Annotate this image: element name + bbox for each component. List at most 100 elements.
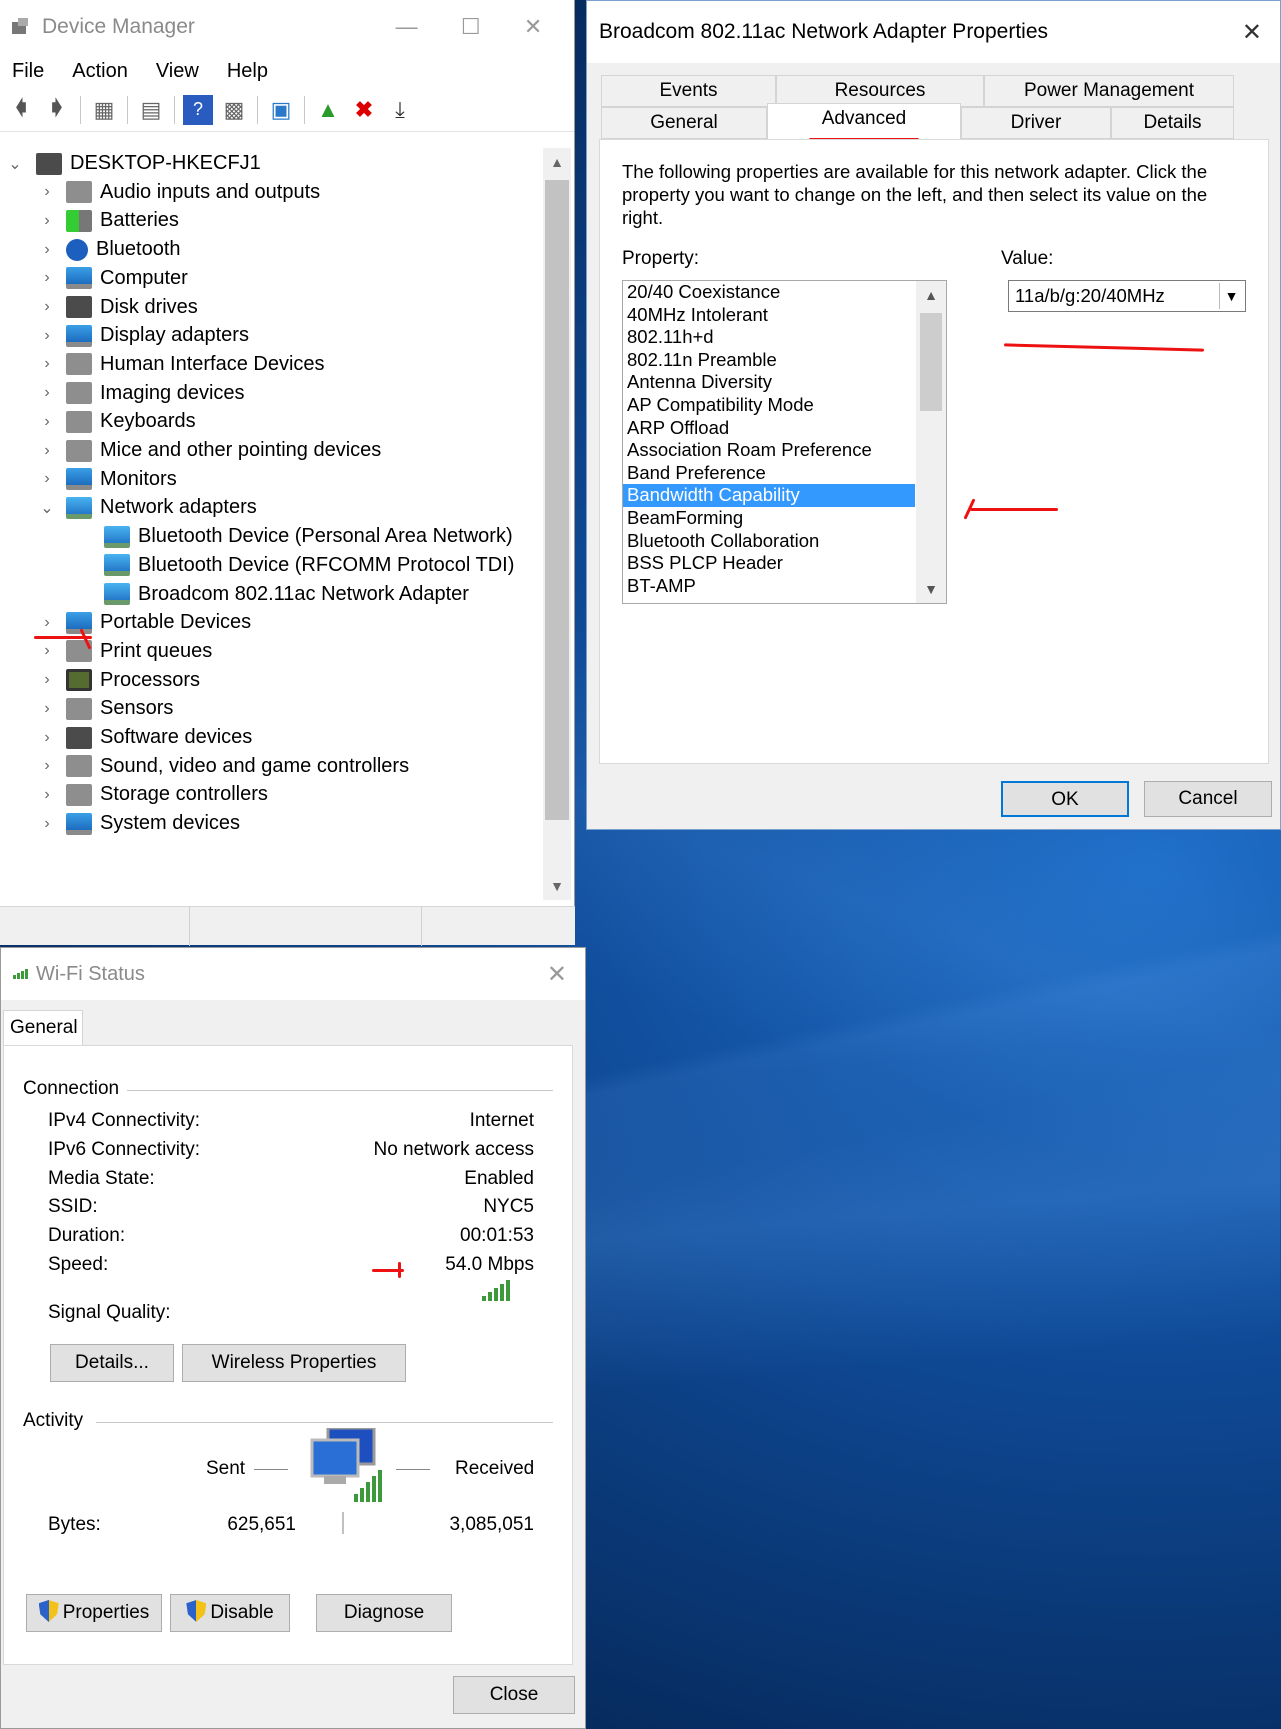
- vertical-scrollbar[interactable]: ▲ ▼: [543, 148, 571, 900]
- chevron-right-icon[interactable]: ›: [38, 786, 56, 804]
- wireless-properties-button[interactable]: Wireless Properties: [182, 1344, 406, 1382]
- scroll-down-icon[interactable]: ▼: [916, 575, 946, 603]
- chevron-right-icon[interactable]: ›: [38, 183, 56, 201]
- tab-power-management[interactable]: Power Management: [984, 75, 1234, 107]
- scroll-thumb[interactable]: [920, 313, 942, 411]
- properties-button[interactable]: Properties: [26, 1594, 162, 1632]
- chevron-right-icon[interactable]: ›: [38, 298, 56, 316]
- chevron-right-icon[interactable]: ›: [38, 212, 56, 230]
- tab-driver[interactable]: Driver: [961, 107, 1111, 139]
- property-list-item[interactable]: Antenna Diversity: [623, 371, 915, 394]
- scroll-up-icon[interactable]: ▲: [543, 148, 571, 176]
- disable-button[interactable]: Disable: [170, 1594, 290, 1632]
- property-list-item[interactable]: Band Preference: [623, 462, 915, 485]
- tree-category-item[interactable]: ⌄ Network adapters: [38, 492, 257, 523]
- view-icon[interactable]: ▩: [219, 95, 249, 125]
- property-list-item[interactable]: Association Roam Preference: [623, 439, 915, 462]
- chevron-right-icon[interactable]: ›: [38, 269, 56, 287]
- close-icon[interactable]: ✕: [1242, 18, 1262, 47]
- close-icon[interactable]: ✕: [547, 960, 567, 989]
- listbox-scrollbar[interactable]: ▲ ▼: [916, 281, 946, 603]
- menu-view[interactable]: View: [156, 60, 199, 83]
- ok-button[interactable]: OK: [1001, 781, 1129, 817]
- maximize-icon[interactable]: ☐: [461, 14, 481, 40]
- menu-file[interactable]: File: [12, 60, 44, 83]
- tree-category-item[interactable]: › Portable Devices: [38, 607, 251, 638]
- tab-advanced[interactable]: Advanced: [767, 103, 961, 139]
- chevron-down-icon[interactable]: ⌄: [6, 154, 24, 174]
- details-button[interactable]: Details...: [50, 1344, 174, 1382]
- tree-category-item[interactable]: › Mice and other pointing devices: [38, 435, 381, 466]
- menu-help[interactable]: Help: [227, 60, 268, 83]
- tree-category-item[interactable]: › Sensors: [38, 693, 173, 724]
- tree-category-item[interactable]: › Processors: [38, 665, 200, 696]
- tree-category-item[interactable]: › Monitors: [38, 464, 177, 495]
- cancel-button[interactable]: Cancel: [1144, 781, 1272, 817]
- chevron-right-icon[interactable]: ›: [38, 729, 56, 747]
- tree-root[interactable]: ⌄ DESKTOP-HKECFJ1: [6, 148, 261, 179]
- minimize-icon[interactable]: —: [396, 14, 418, 40]
- property-listbox[interactable]: 20/40 Coexistance 40MHz Intolerant 802.11h…: [622, 280, 947, 604]
- tab-details[interactable]: Details: [1111, 107, 1234, 139]
- value-dropdown[interactable]: 11a/b/g:20/40MHz ▼: [1008, 280, 1246, 312]
- tab-events[interactable]: Events: [601, 75, 776, 107]
- tree-category-item[interactable]: › Software devices: [38, 722, 252, 753]
- tree-category-item[interactable]: › Audio inputs and outputs: [38, 177, 320, 208]
- chevron-right-icon[interactable]: ›: [38, 642, 56, 660]
- property-list-item[interactable]: ARP Offload: [623, 417, 915, 440]
- tree-category-item[interactable]: › Bluetooth: [38, 234, 181, 265]
- menu-action[interactable]: Action: [72, 60, 128, 83]
- download-icon[interactable]: ⤓: [385, 95, 415, 125]
- tree-category-item[interactable]: › Batteries: [38, 205, 179, 236]
- chevron-right-icon[interactable]: ›: [38, 355, 56, 373]
- tree-device-item[interactable]: Broadcom 802.11ac Network Adapter: [94, 579, 469, 610]
- properties-icon[interactable]: ▦: [89, 95, 119, 125]
- chevron-right-icon[interactable]: ›: [38, 815, 56, 833]
- property-list-item[interactable]: Bluetooth Collaboration: [623, 530, 915, 553]
- tree-category-item[interactable]: › Imaging devices: [38, 378, 245, 409]
- chevron-right-icon[interactable]: ›: [38, 442, 56, 460]
- scroll-thumb[interactable]: [545, 180, 569, 820]
- tree-device-item[interactable]: Bluetooth Device (RFCOMM Protocol TDI): [94, 550, 514, 581]
- chevron-right-icon[interactable]: ›: [38, 671, 56, 689]
- tree-device-item[interactable]: Bluetooth Device (Personal Area Network): [94, 521, 513, 552]
- property-list-item[interactable]: 802.11h+d: [623, 326, 915, 349]
- close-icon[interactable]: ✕: [524, 14, 542, 40]
- scroll-down-icon[interactable]: ▼: [543, 872, 571, 900]
- diagnose-button[interactable]: Diagnose: [316, 1594, 452, 1632]
- property-list-item[interactable]: BSS PLCP Header: [623, 552, 915, 575]
- close-button[interactable]: Close: [453, 1676, 575, 1714]
- property-list-item[interactable]: Bandwidth Capability: [623, 484, 915, 507]
- uninstall-x-icon[interactable]: ✖: [349, 95, 379, 125]
- chevron-right-icon[interactable]: ›: [38, 614, 56, 632]
- add-driver-icon[interactable]: ▲: [313, 95, 343, 125]
- property-list-item[interactable]: 40MHz Intolerant: [623, 304, 915, 327]
- property-list-item[interactable]: 802.11n Preamble: [623, 349, 915, 372]
- tab-general[interactable]: General: [601, 107, 767, 139]
- tree-category-item[interactable]: › Keyboards: [38, 406, 196, 437]
- chevron-right-icon[interactable]: ›: [38, 413, 56, 431]
- property-list-item[interactable]: AP Compatibility Mode: [623, 394, 915, 417]
- back-arrow-icon[interactable]: 🡀: [6, 95, 36, 125]
- tree-category-item[interactable]: › Human Interface Devices: [38, 349, 325, 380]
- chevron-right-icon[interactable]: ›: [38, 470, 56, 488]
- chevron-down-icon[interactable]: ⌄: [38, 498, 56, 518]
- chevron-right-icon[interactable]: ›: [38, 700, 56, 718]
- chevron-right-icon[interactable]: ›: [38, 757, 56, 775]
- chevron-right-icon[interactable]: ›: [38, 241, 56, 259]
- chevron-down-icon[interactable]: ▼: [1219, 283, 1243, 309]
- chevron-right-icon[interactable]: ›: [38, 384, 56, 402]
- chevron-right-icon[interactable]: ›: [38, 327, 56, 345]
- tree-category-item[interactable]: › Display adapters: [38, 320, 249, 351]
- tree-category-item[interactable]: › Sound, video and game controllers: [38, 751, 409, 782]
- scan-hardware-icon[interactable]: ▣: [266, 95, 296, 125]
- help-icon[interactable]: ?: [183, 94, 213, 125]
- property-list-item[interactable]: BeamForming: [623, 507, 915, 530]
- tree-category-item[interactable]: › Print queues: [38, 636, 212, 667]
- tree-category-item[interactable]: › Disk drives: [38, 292, 198, 323]
- tree-category-item[interactable]: › Storage controllers: [38, 779, 268, 810]
- tree-category-item[interactable]: › Computer: [38, 263, 188, 294]
- update-icon[interactable]: ▤: [136, 95, 166, 125]
- tree-category-item[interactable]: › System devices: [38, 808, 240, 839]
- forward-arrow-icon[interactable]: 🡂: [42, 95, 72, 125]
